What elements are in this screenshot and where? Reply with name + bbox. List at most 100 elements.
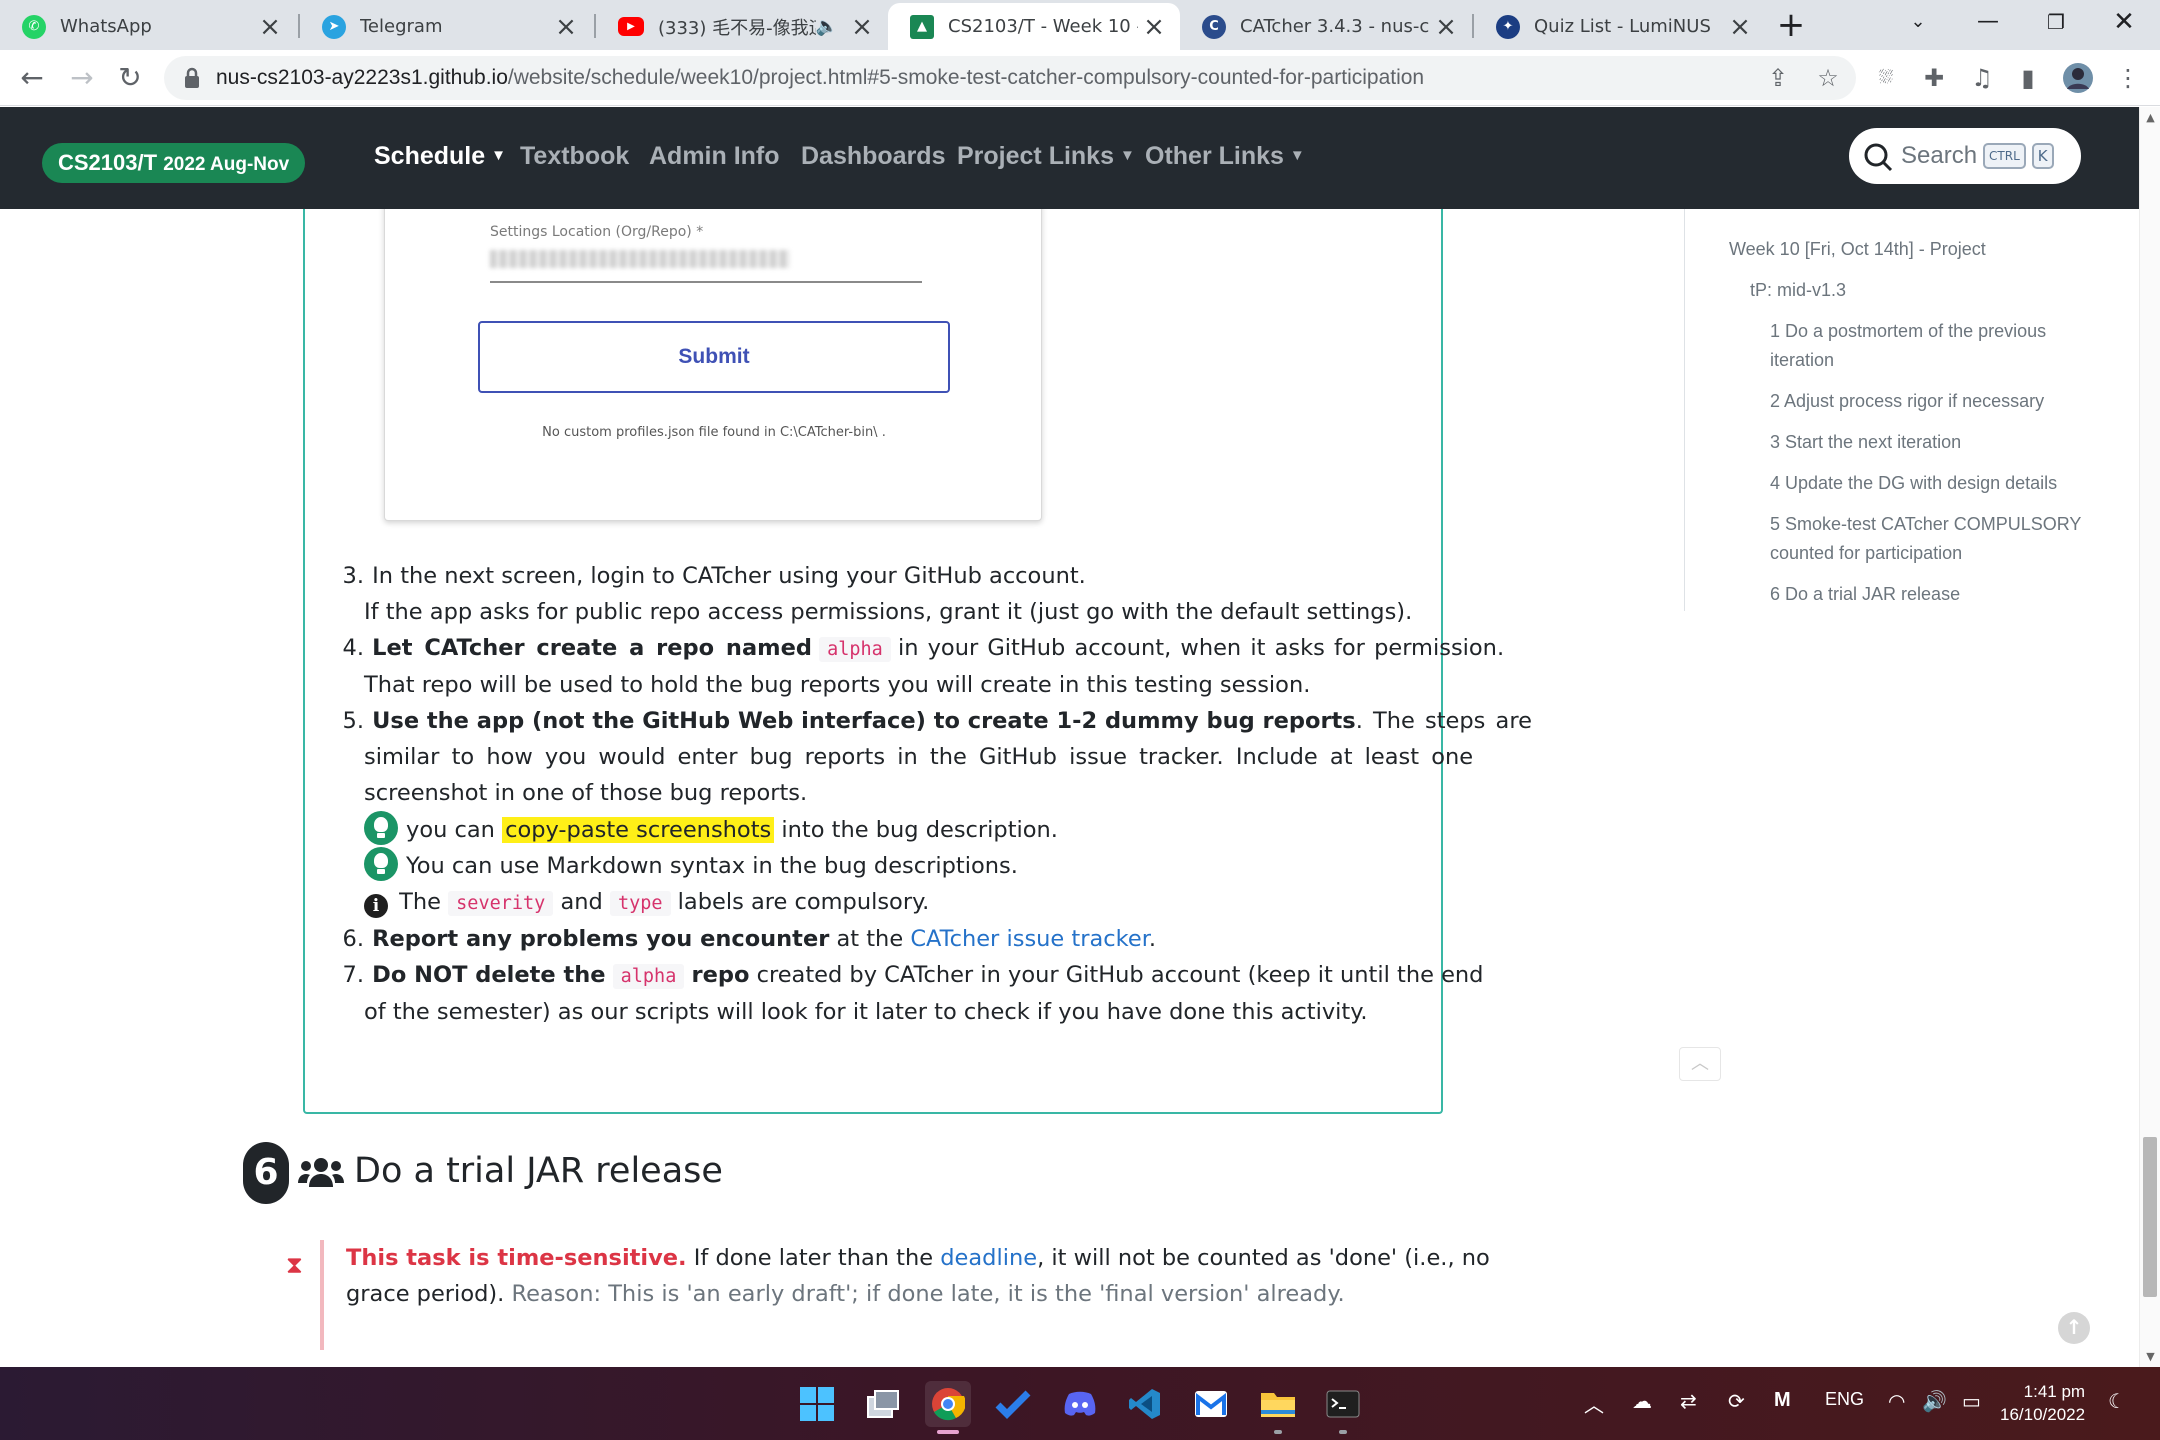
explorer-running-indicator: [1274, 1430, 1282, 1434]
close-icon[interactable]: ×: [254, 12, 286, 42]
settings-location-label: Settings Location (Org/Repo) *: [490, 224, 704, 240]
tab-catcher[interactable]: C CATcher 3.4.3 - nus-cs21 ×: [1180, 3, 1472, 50]
step-5: 5. Use the app (not the GitHub Web inter…: [336, 703, 1532, 739]
step-number: 4.: [342, 635, 364, 661]
side-panel-icon[interactable]: ▮: [2012, 62, 2044, 94]
close-icon[interactable]: ×: [1430, 12, 1462, 42]
toc-item-3[interactable]: 3 Start the next iteration: [1770, 428, 1961, 457]
back-arrow-icon[interactable]: ←: [12, 58, 52, 98]
back-to-top-button[interactable]: ↑: [2058, 1312, 2090, 1344]
tab-telegram[interactable]: ➤ Telegram ×: [300, 3, 592, 50]
restore-icon[interactable]: ❐: [2024, 0, 2088, 44]
clock[interactable]: 1:41 pm 16/10/2022: [2000, 1380, 2085, 1426]
todo-icon[interactable]: [990, 1381, 1036, 1427]
address-bar[interactable]: nus-cs2103-ay2223s1.github.io/website/sc…: [164, 56, 1856, 100]
minimize-icon[interactable]: —: [1956, 0, 2020, 44]
windows-start-icon[interactable]: [794, 1381, 840, 1427]
tab-whatsapp[interactable]: ✆ WhatsApp ×: [0, 3, 296, 50]
terminal-icon[interactable]: [1320, 1381, 1366, 1427]
wifi-icon[interactable]: ◠: [1888, 1389, 1905, 1414]
deadline-link[interactable]: deadline: [940, 1245, 1037, 1271]
telegram-icon: ➤: [322, 14, 346, 39]
sync-icon[interactable]: ⟳: [1728, 1389, 1745, 1414]
toc-tp-mid[interactable]: tP: mid-v1.3: [1750, 276, 1846, 305]
step-bold: Do NOT delete the: [372, 962, 606, 988]
gmail-icon[interactable]: [1188, 1381, 1234, 1427]
gmail-tray-icon[interactable]: M: [1774, 1389, 1791, 1412]
share-icon[interactable]: ⇪: [1762, 62, 1794, 94]
code-alpha: alpha: [612, 964, 685, 989]
vertical-scrollbar[interactable]: ▲ ▼: [2139, 107, 2160, 1367]
nav-label: Dashboards: [801, 142, 946, 170]
catcher-issue-tracker-link[interactable]: CATcher issue tracker: [910, 926, 1149, 952]
caret-down-icon: ▼: [1289, 147, 1305, 164]
tray-overflow-chevron-icon[interactable]: ︿: [1584, 1389, 1604, 1418]
media-control-icon[interactable]: ♫: [1966, 62, 1998, 94]
toc-item-6[interactable]: 6 Do a trial JAR release: [1770, 580, 1960, 609]
brand-badge[interactable]: CS2103/T 2022 Aug-Nov: [42, 143, 306, 183]
reload-icon[interactable]: ↻: [110, 58, 150, 98]
nav-other-links[interactable]: Other Links ▼: [1145, 142, 1305, 171]
scroll-down-icon[interactable]: ▼: [2140, 1350, 2160, 1363]
step-bold: Let CATcher create a repo named: [372, 635, 812, 661]
nav-textbook[interactable]: Textbook: [520, 142, 629, 171]
collapse-up-button[interactable]: ︿: [1679, 1047, 1721, 1081]
lightbulb-icon: [364, 811, 398, 845]
alert-text: , it will not be counted as 'done' (i.e.…: [1037, 1245, 1490, 1271]
bookmark-star-icon[interactable]: ☆: [1812, 62, 1844, 94]
mixer-icon[interactable]: ⇄: [1680, 1389, 1697, 1414]
step-7-line2: of the semester) as our scripts will loo…: [364, 999, 1368, 1025]
toc-item-1[interactable]: 1 Do a postmortem of the previous: [1770, 317, 2046, 346]
nav-admin-info[interactable]: Admin Info: [649, 142, 780, 171]
task-view-icon[interactable]: [860, 1381, 906, 1427]
kebab-menu-icon[interactable]: ⋮: [2112, 62, 2144, 94]
submit-button-image: Submit: [478, 321, 950, 393]
scroll-up-icon[interactable]: ▲: [2140, 111, 2160, 124]
toc-item-5-cont[interactable]: counted for participation: [1770, 539, 1962, 568]
forward-arrow-icon[interactable]: →: [62, 58, 102, 98]
scrollbar-thumb[interactable]: [2143, 1137, 2157, 1297]
field-underline: [490, 281, 922, 283]
chrome-icon[interactable]: [925, 1381, 971, 1427]
tab-search-chevron-icon[interactable]: ⌄: [1886, 0, 1950, 44]
toc-item-4[interactable]: 4 Update the DG with design details: [1770, 469, 2057, 498]
toc-item-5[interactable]: 5 Smoke-test CATcher COMPULSORY: [1770, 510, 2081, 539]
close-icon[interactable]: ×: [846, 12, 878, 42]
volume-icon[interactable]: 🔊: [1922, 1389, 1947, 1414]
step-text: in your GitHub account, when it asks for…: [897, 635, 1505, 661]
discord-icon[interactable]: [1057, 1381, 1103, 1427]
toc-item-1-cont[interactable]: iteration: [1770, 346, 1834, 375]
toc-week10[interactable]: Week 10 [Fri, Oct 14th] - Project: [1729, 235, 1986, 264]
toc-item-2[interactable]: 2 Adjust process rigor if necessary: [1770, 387, 2044, 416]
file-explorer-icon[interactable]: [1255, 1381, 1301, 1427]
tab-cs2103-week10[interactable]: ▲ CS2103/T - Week 10 - Pr ×: [888, 3, 1180, 50]
step-3: 3. In the next screen, login to CATcher …: [336, 558, 1086, 594]
vscode-icon[interactable]: [1122, 1381, 1168, 1427]
step-5-line3: screenshot in one of those bug reports.: [364, 780, 808, 806]
close-window-icon[interactable]: ✕: [2092, 0, 2156, 44]
nav-schedule[interactable]: Schedule ▼: [374, 142, 506, 171]
puzzle-extensions-icon[interactable]: ✚: [1918, 62, 1950, 94]
brand-code: CS2103/T: [58, 150, 158, 175]
new-tab-button[interactable]: +: [1774, 8, 1808, 43]
time-sensitive-alert: ⧗ This task is time-sensitive. If done l…: [286, 1240, 1490, 1350]
extension-translate-icon[interactable]: ⛆: [1870, 62, 1902, 94]
focus-moon-icon[interactable]: ☾: [2108, 1389, 2126, 1414]
avatar[interactable]: [2062, 62, 2094, 94]
tab-luminus[interactable]: ✦ Quiz List - LumiNUS ×: [1474, 3, 1766, 50]
search-button[interactable]: Search CTRL K: [1849, 128, 2081, 184]
speaker-icon[interactable]: 🔈: [816, 16, 838, 37]
tip-text: into the bug description.: [781, 817, 1058, 843]
highlighted-text: copy-paste screenshots: [502, 817, 775, 843]
nav-project-links[interactable]: Project Links ▼: [957, 142, 1135, 171]
close-icon[interactable]: ×: [1138, 12, 1170, 42]
search-label: Search: [1901, 142, 1978, 169]
battery-icon[interactable]: ▭: [1962, 1389, 1981, 1414]
tab-youtube[interactable]: ▶ (333) 毛不易-像我這 🔈 ×: [596, 3, 888, 50]
close-icon[interactable]: ×: [550, 12, 582, 42]
close-icon[interactable]: ×: [1724, 12, 1756, 42]
language-indicator[interactable]: ENG: [1825, 1389, 1864, 1410]
nav-dashboards[interactable]: Dashboards: [801, 142, 945, 171]
onedrive-icon[interactable]: ☁: [1632, 1389, 1652, 1414]
url-domain: nus-cs2103-ay2223s1.github.io: [216, 66, 508, 89]
